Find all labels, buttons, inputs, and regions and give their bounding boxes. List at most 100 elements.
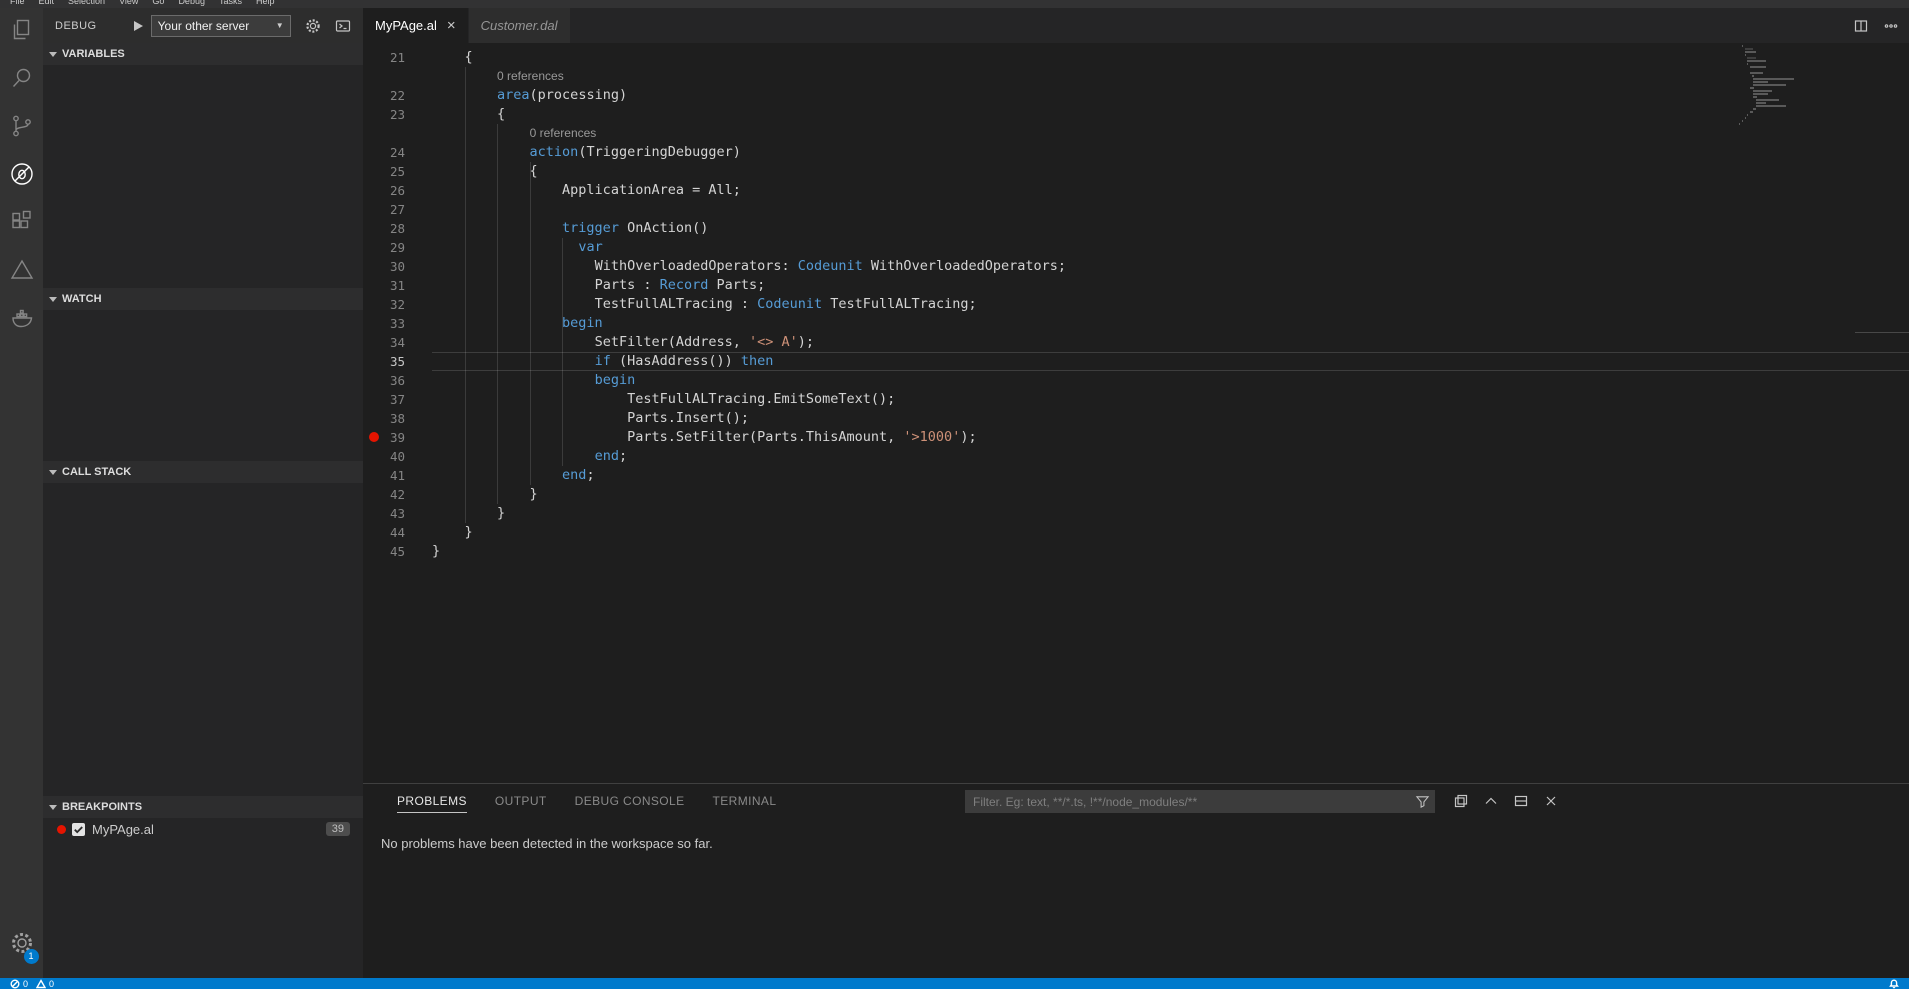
menu-item-view[interactable]: View	[119, 0, 138, 8]
gutter-glyph[interactable]	[363, 67, 385, 86]
menu-item-selection[interactable]: Selection	[68, 0, 105, 8]
panel-tab-output[interactable]: OUTPUT	[495, 790, 547, 813]
panel-tab-problems[interactable]: PROBLEMS	[397, 790, 467, 813]
code-text[interactable]: ApplicationArea = All;	[432, 181, 1909, 200]
code-text[interactable]: area(processing)	[432, 86, 1909, 105]
code-text[interactable]: TestFullALTracing : Codeunit TestFullALT…	[432, 295, 1909, 314]
section-header-variables[interactable]: VARIABLES	[43, 43, 363, 65]
breakpoint-item[interactable]: MyPAge.al39	[43, 818, 363, 840]
code-text[interactable]: begin	[432, 371, 1909, 390]
activity-item-search[interactable]	[0, 56, 43, 104]
code-text[interactable]: end;	[432, 466, 1909, 485]
close-icon[interactable]: ×	[447, 18, 456, 33]
codelens-label[interactable]: 0 references	[432, 67, 564, 86]
minimap[interactable]	[1739, 45, 1795, 126]
gutter-glyph[interactable]	[363, 238, 385, 257]
editor-tab[interactable]: Customer.dal	[469, 8, 571, 43]
activity-item-docker[interactable]	[0, 296, 43, 344]
manage-button[interactable]: 1	[10, 931, 34, 960]
code-text[interactable]: if (HasAddress()) then	[432, 352, 1909, 371]
gutter-glyph[interactable]	[363, 466, 385, 485]
code-text[interactable]: }	[432, 504, 1909, 523]
gutter-glyph[interactable]	[363, 295, 385, 314]
menu-item-go[interactable]: Go	[152, 0, 164, 8]
code-text[interactable]: {	[432, 162, 1909, 181]
code-text[interactable]: {	[432, 48, 1909, 67]
gutter-glyph[interactable]	[363, 200, 385, 219]
gutter-glyph[interactable]	[363, 314, 385, 333]
close-panel-icon[interactable]	[1543, 793, 1559, 809]
code-text[interactable]	[432, 200, 1909, 219]
gutter-glyph[interactable]	[363, 162, 385, 181]
gutter-glyph[interactable]	[363, 143, 385, 162]
breakpoint-dot[interactable]	[369, 432, 379, 442]
gutter-glyph[interactable]	[363, 371, 385, 390]
section-header-watch[interactable]: WATCH	[43, 288, 363, 310]
gutter-glyph[interactable]	[363, 86, 385, 105]
code-editor[interactable]: 21 {0 references22 area(processing)23 {0…	[363, 43, 1909, 783]
activity-item-debug[interactable]	[0, 152, 43, 200]
codelens[interactable]: 0 references	[432, 67, 1909, 86]
editor-tab[interactable]: MyPAge.al×	[363, 8, 469, 43]
section-header-breakpoints[interactable]: BREAKPOINTS	[43, 796, 363, 818]
gutter-glyph[interactable]	[363, 542, 385, 561]
gutter-glyph[interactable]	[363, 485, 385, 504]
code-text[interactable]: Parts : Record Parts;	[432, 276, 1909, 295]
code-text[interactable]: WithOverloadedOperators: Codeunit WithOv…	[432, 257, 1909, 276]
warnings-indicator[interactable]: 0	[36, 979, 54, 989]
start-debug-button[interactable]	[131, 19, 145, 33]
code-text[interactable]: trigger OnAction()	[432, 219, 1909, 238]
code-text[interactable]: Parts.Insert();	[432, 409, 1909, 428]
activity-item-extensions[interactable]	[0, 200, 43, 248]
gutter-glyph[interactable]	[363, 105, 385, 124]
gutter-glyph[interactable]	[363, 48, 385, 67]
bell-icon[interactable]	[1889, 979, 1899, 989]
open-editors-icon[interactable]	[1453, 793, 1469, 809]
gutter-glyph[interactable]	[363, 428, 385, 447]
errors-indicator[interactable]: 0	[10, 979, 28, 989]
code-text[interactable]: }	[432, 485, 1909, 504]
code-text[interactable]: TestFullALTracing.EmitSomeText();	[432, 390, 1909, 409]
code-text[interactable]: }	[432, 542, 1909, 561]
gutter-glyph[interactable]	[363, 390, 385, 409]
gutter-glyph[interactable]	[363, 276, 385, 295]
code-text[interactable]: }	[432, 523, 1909, 542]
codelens[interactable]: 0 references	[432, 124, 1909, 143]
menu-item-file[interactable]: File	[10, 0, 25, 8]
gutter-glyph[interactable]	[363, 257, 385, 276]
gutter-glyph[interactable]	[363, 333, 385, 352]
configure-gear-button[interactable]	[305, 18, 321, 34]
code-text[interactable]: var	[432, 238, 1909, 257]
code-text[interactable]: begin	[432, 314, 1909, 333]
code-text[interactable]: SetFilter(Address, '<> A');	[432, 333, 1909, 352]
gutter-glyph[interactable]	[363, 447, 385, 466]
split-editor-icon[interactable]	[1853, 18, 1869, 34]
gutter-glyph[interactable]	[363, 523, 385, 542]
code-text[interactable]: {	[432, 105, 1909, 124]
gutter-glyph[interactable]	[363, 181, 385, 200]
code-text[interactable]: action(TriggeringDebugger)	[432, 143, 1909, 162]
filter-funnel-icon[interactable]	[1415, 794, 1430, 809]
breakpoint-checkbox[interactable]	[72, 823, 85, 836]
debug-config-dropdown[interactable]: Your other server ▼	[151, 15, 291, 37]
panel-tab-terminal[interactable]: TERMINAL	[713, 790, 777, 813]
problems-filter-input[interactable]	[965, 790, 1435, 813]
code-text[interactable]: end;	[432, 447, 1909, 466]
menu-item-tasks[interactable]: Tasks	[219, 0, 242, 8]
gutter-glyph[interactable]	[363, 352, 385, 371]
debug-console-button[interactable]	[335, 18, 351, 34]
menu-item-debug[interactable]: Debug	[178, 0, 205, 8]
more-actions-icon[interactable]	[1883, 18, 1899, 34]
gutter-glyph[interactable]	[363, 504, 385, 523]
codelens-label[interactable]: 0 references	[432, 124, 596, 143]
gutter-glyph[interactable]	[363, 124, 385, 143]
code-text[interactable]: Parts.SetFilter(Parts.ThisAmount, '>1000…	[432, 428, 1909, 447]
activity-item-explorer[interactable]	[0, 8, 43, 56]
panel-tab-debug-console[interactable]: DEBUG CONSOLE	[575, 790, 685, 813]
menu-item-edit[interactable]: Edit	[39, 0, 55, 8]
split-panel-icon[interactable]	[1513, 793, 1529, 809]
gutter-glyph[interactable]	[363, 219, 385, 238]
activity-item-al-test[interactable]	[0, 248, 43, 296]
chevron-up-icon[interactable]	[1483, 793, 1499, 809]
menu-item-help[interactable]: Help	[256, 0, 275, 8]
